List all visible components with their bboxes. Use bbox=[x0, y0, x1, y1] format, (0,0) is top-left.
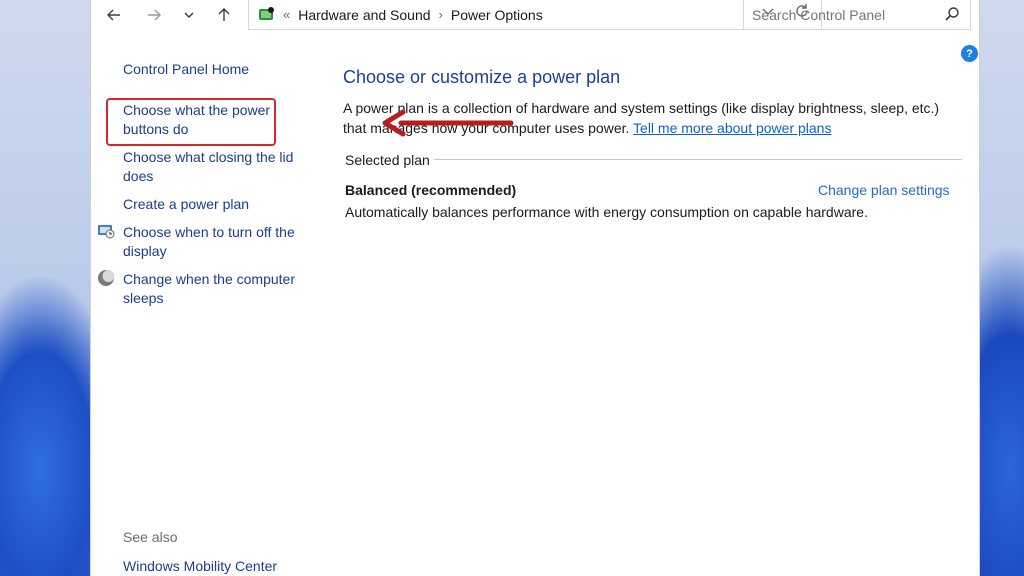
left-pane: Control Panel Home Choose what the power… bbox=[91, 0, 321, 576]
search-input[interactable] bbox=[752, 6, 932, 23]
annotation-arrow-icon bbox=[382, 109, 514, 137]
see-also-item-mobility-center[interactable]: Windows Mobility Center bbox=[123, 557, 303, 576]
search-box[interactable] bbox=[743, 0, 971, 30]
plan-name: Balanced (recommended) bbox=[345, 182, 517, 198]
selected-plan-label: Selected plan bbox=[345, 152, 430, 168]
sidebar-item-closing-lid[interactable]: Choose what closing the lid does bbox=[123, 148, 298, 186]
search-icon[interactable] bbox=[944, 6, 960, 22]
section-divider bbox=[434, 159, 962, 160]
control-panel-home-link[interactable]: Control Panel Home bbox=[123, 60, 303, 79]
change-plan-settings-link[interactable]: Change plan settings bbox=[818, 182, 950, 198]
breadcrumb-power-options[interactable]: Power Options bbox=[451, 7, 543, 23]
plan-description: Automatically balances performance with … bbox=[345, 204, 868, 220]
see-also-heading: See also bbox=[123, 529, 178, 545]
display-icon bbox=[98, 225, 115, 239]
help-icon[interactable]: ? bbox=[961, 45, 978, 62]
sleep-moon-icon bbox=[98, 270, 115, 286]
sidebar-item-turn-off-display[interactable]: Choose when to turn off the display bbox=[123, 223, 298, 261]
address-bar[interactable]: « Hardware and Sound › Power Options bbox=[248, 0, 822, 30]
sidebar-item-power-buttons[interactable]: Choose what the power buttons do bbox=[123, 101, 273, 139]
tell-me-more-link[interactable]: Tell me more about power plans bbox=[633, 120, 831, 136]
sidebar-item-computer-sleeps[interactable]: Change when the computer sleeps bbox=[123, 270, 298, 308]
breadcrumb-separator: › bbox=[438, 7, 443, 22]
control-panel-window: « Hardware and Sound › Power Options ? C… bbox=[90, 0, 980, 576]
page-title: Choose or customize a power plan bbox=[343, 67, 621, 87]
sidebar-item-create-power-plan[interactable]: Create a power plan bbox=[123, 195, 303, 214]
